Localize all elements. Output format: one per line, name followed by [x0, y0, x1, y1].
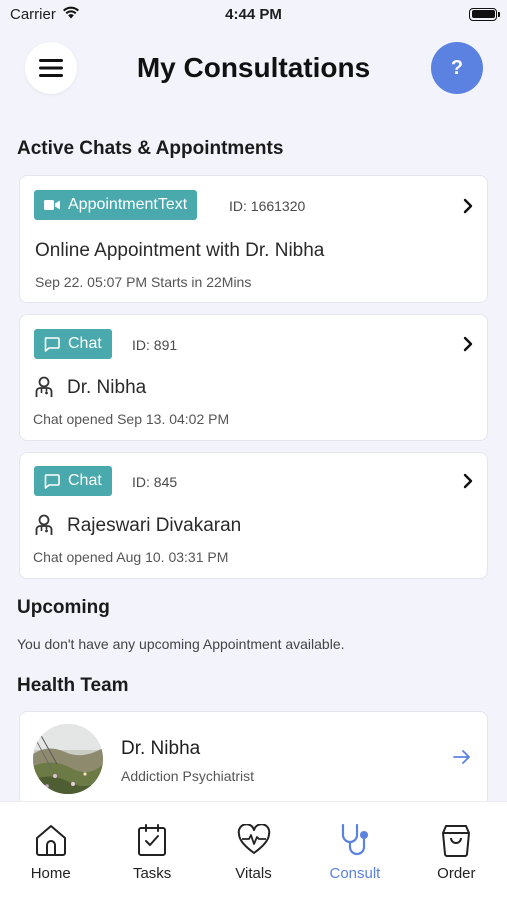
- appointment-card[interactable]: AppointmentText ID: 1661320 Online Appoi…: [19, 175, 488, 303]
- chat-card[interactable]: Chat ID: 845 Rajeswari Divakaran Chat op…: [19, 452, 488, 579]
- shopping-bag-icon: [442, 825, 471, 857]
- chevron-right-icon: [463, 473, 473, 489]
- chat-tag: Chat: [34, 329, 112, 359]
- nav-label: Vitals: [235, 865, 272, 882]
- health-team-card[interactable]: Dr. Nibha Addiction Psychiatrist: [19, 711, 488, 806]
- section-title-active: Active Chats & Appointments: [17, 138, 284, 159]
- team-member-name: Dr. Nibha: [121, 738, 201, 759]
- carrier-label: Carrier: [10, 5, 56, 23]
- upcoming-empty-text: You don't have any upcoming Appointment …: [17, 636, 345, 652]
- card-subtitle: Sep 22. 05:07 PM Starts in 22Mins: [35, 274, 252, 290]
- chevron-right-icon: [463, 336, 473, 352]
- chat-bubble-icon: [44, 473, 60, 489]
- card-title: Online Appointment with Dr. Nibha: [35, 240, 325, 261]
- home-icon: [35, 825, 66, 856]
- bottom-nav: Home Tasks Vitals Consult Order: [0, 801, 507, 900]
- tag-label: Chat: [68, 335, 102, 352]
- nav-label: Home: [30, 865, 71, 882]
- chevron-right-icon: [463, 198, 473, 214]
- chat-bubble-icon: [44, 336, 60, 352]
- card-subtitle: Chat opened Aug 10. 03:31 PM: [33, 549, 229, 565]
- section-title-health-team: Health Team: [17, 675, 129, 696]
- section-title-upcoming: Upcoming: [17, 597, 110, 618]
- chat-card[interactable]: Chat ID: 891 Dr. Nibha Chat opened Sep 1…: [19, 314, 488, 441]
- help-button[interactable]: ?: [431, 42, 483, 94]
- arrow-right-icon[interactable]: [453, 750, 471, 764]
- vitals-icon: [237, 824, 270, 854]
- nav-home[interactable]: Home: [0, 802, 101, 900]
- tasks-icon: [138, 824, 167, 856]
- doctor-icon: [35, 514, 53, 535]
- nav-order[interactable]: Order: [406, 802, 507, 900]
- card-subtitle: Chat opened Sep 13. 04:02 PM: [33, 411, 230, 427]
- tag-label: Chat: [68, 472, 102, 489]
- card-title: Rajeswari Divakaran: [67, 515, 242, 536]
- nav-consult[interactable]: Consult: [304, 802, 405, 900]
- card-id: ID: 1661320: [229, 198, 306, 214]
- chat-tag: Chat: [34, 466, 112, 496]
- tag-label: AppointmentText: [68, 196, 188, 213]
- wifi-icon: [62, 6, 80, 23]
- nav-tasks[interactable]: Tasks: [101, 802, 202, 900]
- header: My Consultations ?: [0, 40, 507, 96]
- avatar: [33, 724, 103, 794]
- battery-icon: [469, 7, 500, 21]
- card-title: Dr. Nibha: [67, 377, 147, 398]
- status-bar: Carrier 4:44 PM: [0, 0, 507, 28]
- doctor-icon: [35, 376, 53, 397]
- nav-vitals[interactable]: Vitals: [203, 802, 304, 900]
- nav-label: Order: [437, 865, 476, 882]
- nav-label: Consult: [329, 865, 381, 882]
- card-id: ID: 891: [132, 337, 178, 353]
- stethoscope-icon: [341, 823, 368, 856]
- team-member-role: Addiction Psychiatrist: [121, 768, 255, 784]
- video-camera-icon: [44, 200, 60, 210]
- card-id: ID: 845: [132, 474, 178, 490]
- appointment-tag: AppointmentText: [34, 190, 198, 220]
- nav-label: Tasks: [132, 865, 172, 882]
